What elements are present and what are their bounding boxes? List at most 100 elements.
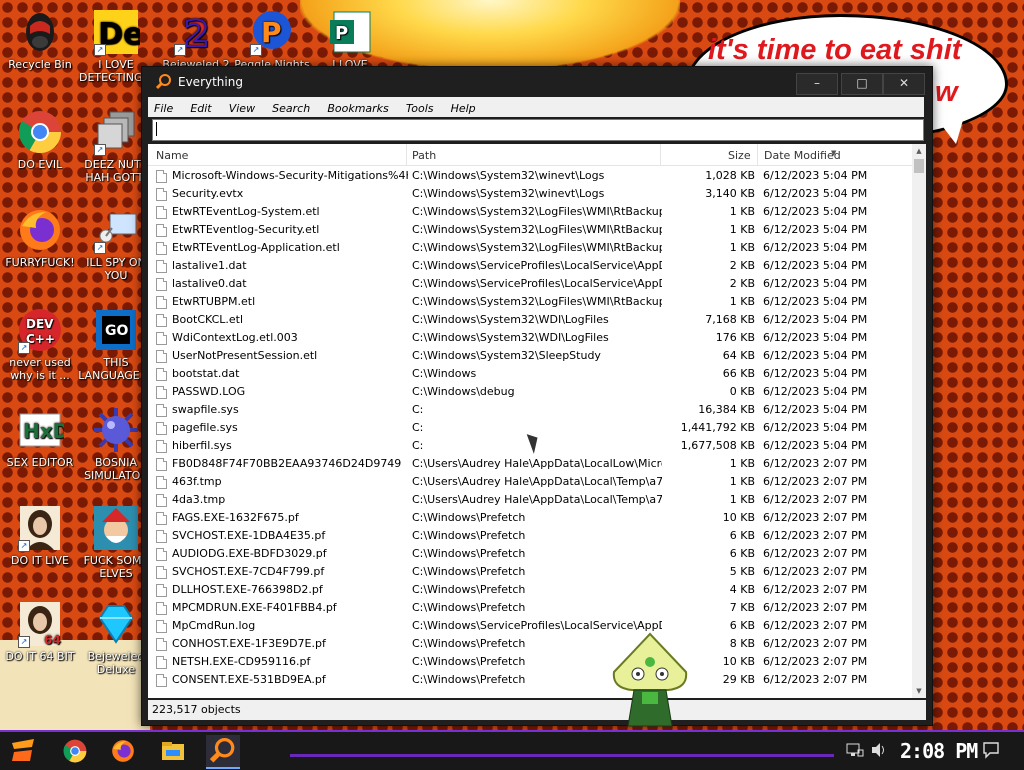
scroll-up-arrow-icon[interactable]: ▲	[912, 144, 926, 158]
cell-name: FB0D848F74F70BB2EAA93746D24D9749	[172, 457, 402, 470]
desktop-icon-recycle-bin[interactable]: Recycle Bin	[0, 8, 80, 71]
recycle-bin-icon	[16, 8, 64, 56]
file-icon	[156, 368, 167, 381]
desktop-icon-dev-cpp[interactable]: DEV C++ ↗ never used why is it ...	[0, 306, 80, 382]
table-row[interactable]: Security.evtx C:\Windows\System32\winevt\…	[148, 185, 912, 203]
cell-name: 463f.tmp	[172, 475, 222, 488]
table-row[interactable]: NETSH.EXE-CD959116.pf C:\Windows\Prefetch…	[148, 653, 912, 671]
table-row[interactable]: FB0D848F74F70BB2EAA93746D24D9749 C:\Users…	[148, 455, 912, 473]
table-row[interactable]: SVCHOST.EXE-1DBA4E35.pf C:\Windows\Prefet…	[148, 527, 912, 545]
desktop-icon-do-it-live[interactable]: ↗ DO IT LIVE	[0, 504, 80, 567]
search-input[interactable]	[152, 119, 924, 141]
table-row[interactable]: AUDIODG.EXE-BDFD3029.pf C:\Windows\Prefet…	[148, 545, 912, 563]
desktop-icon-sex-editor[interactable]: HxD SEX EDITOR	[0, 406, 80, 469]
table-row[interactable]: SVCHOST.EXE-7CD4F799.pf C:\Windows\Prefet…	[148, 563, 912, 581]
table-row[interactable]: EtwRTEventLog-System.etl C:\Windows\Syste…	[148, 203, 912, 221]
scroll-down-arrow-icon[interactable]: ▼	[912, 684, 926, 698]
vertical-scrollbar[interactable]: ▲ ▼	[912, 144, 926, 698]
file-icon	[156, 638, 167, 651]
menu-file[interactable]: File	[148, 99, 179, 119]
cell-name: hiberfil.sys	[172, 439, 232, 452]
close-button[interactable]: ✕	[883, 73, 925, 95]
table-row[interactable]: MpCmdRun.log C:\Windows\ServiceProfiles\L…	[148, 617, 912, 635]
cell-size: 10 KB	[722, 511, 755, 524]
menu-tools[interactable]: Tools	[400, 99, 440, 119]
column-size[interactable]: Size	[728, 149, 751, 162]
cell-date-modified: 6/12/2023 5:04 PM	[763, 277, 868, 290]
start-button[interactable]	[6, 735, 40, 767]
speech-bubble-text: it's time to eat shit	[708, 34, 962, 66]
cell-name: Security.evtx	[172, 187, 244, 200]
table-row[interactable]: EtwRTEventlog-Security.etl C:\Windows\Sys…	[148, 221, 912, 239]
desktop-icon-peggle-nights[interactable]: P ↗ Peggle Nights	[232, 8, 312, 71]
table-row[interactable]: UserNotPresentSession.etl C:\Windows\Syst…	[148, 347, 912, 365]
menu-edit[interactable]: Edit	[184, 99, 217, 119]
cell-path: C:\Windows\System32\LogFiles\WMI\RtBacku…	[412, 241, 662, 254]
de-logo-icon: De ↗	[92, 8, 143, 56]
volume-icon[interactable]	[870, 742, 888, 762]
column-name[interactable]: Name	[156, 149, 188, 162]
desktop-icon-do-it-64-bit[interactable]: 64 ↗ DO IT 64 BIT	[0, 600, 80, 663]
file-icon	[156, 656, 167, 669]
file-icon	[156, 206, 167, 219]
desktop-icon-furryfuck[interactable]: FURRYFUCK!	[0, 206, 80, 269]
menu-search[interactable]: Search	[266, 99, 316, 119]
table-row[interactable]: CONHOST.EXE-1F3E9D7E.pf C:\Windows\Prefet…	[148, 635, 912, 653]
maximize-button[interactable]: □	[841, 73, 883, 95]
results-list[interactable]: Name Path Size Date Modified ▼ Microsoft…	[148, 144, 926, 698]
cell-size: 64 KB	[722, 349, 755, 362]
taskbar-clock[interactable]: 2:08 PM	[900, 739, 978, 763]
taskbar-everything-icon[interactable]	[206, 735, 240, 769]
network-icon[interactable]	[846, 742, 864, 762]
table-row[interactable]: MPCMDRUN.EXE-F401FBB4.pf C:\Windows\Prefe…	[148, 599, 912, 617]
svg-text:2: 2	[184, 14, 209, 55]
table-row[interactable]: lastalive0.dat C:\Windows\ServiceProfiles…	[148, 275, 912, 293]
table-row[interactable]: WdiContextLog.etl.003 C:\Windows\System32…	[148, 329, 912, 347]
everything-window[interactable]: Everything – □ ✕ File Edit View Search B…	[141, 66, 933, 726]
cell-name: MPCMDRUN.EXE-F401FBB4.pf	[172, 601, 337, 614]
column-divider[interactable]	[757, 144, 758, 165]
result-rows: Microsoft-Windows-Security-Mitigations%4…	[148, 167, 912, 696]
taskbar-firefox-icon[interactable]	[106, 735, 140, 767]
table-row[interactable]: CONSENT.EXE-531BD9EA.pf C:\Windows\Prefet…	[148, 671, 912, 689]
table-row[interactable]: EtwRTEventLog-Application.etl C:\Windows\…	[148, 239, 912, 257]
table-row[interactable]: DLLHOST.EXE-766398D2.pf C:\Windows\Prefet…	[148, 581, 912, 599]
table-row[interactable]: 463f.tmp C:\Users\Audrey Hale\AppData\Loc…	[148, 473, 912, 491]
cell-date-modified: 6/12/2023 2:07 PM	[763, 493, 868, 506]
column-divider[interactable]	[660, 144, 661, 165]
menu-view[interactable]: View	[223, 99, 261, 119]
table-row[interactable]: swapfile.sys C: 16,384 KB 6/12/2023 5:04 PM	[148, 401, 912, 419]
status-bar: 223,517 objects	[148, 700, 926, 720]
window-titlebar[interactable]: Everything – □ ✕	[142, 67, 932, 97]
table-row[interactable]: BootCKCL.etl C:\Windows\System32\WDI\LogF…	[148, 311, 912, 329]
scrollbar-thumb[interactable]	[914, 159, 924, 173]
minimize-button[interactable]: –	[796, 73, 838, 95]
taskbar-chrome-icon[interactable]	[58, 735, 92, 767]
column-date-modified[interactable]: Date Modified	[764, 149, 841, 162]
file-icon	[156, 278, 167, 291]
file-icon	[156, 548, 167, 561]
table-row[interactable]: Microsoft-Windows-Security-Mitigations%4…	[148, 167, 912, 185]
column-divider[interactable]	[406, 144, 407, 165]
table-row[interactable]: FAGS.EXE-1632F675.pf C:\Windows\Prefetch 1…	[148, 509, 912, 527]
file-icon	[156, 584, 167, 597]
table-row[interactable]: EtwRTUBPM.etl C:\Windows\System32\LogFile…	[148, 293, 912, 311]
table-row[interactable]: 4da3.tmp C:\Users\Audrey Hale\AppData\Loc…	[148, 491, 912, 509]
cell-date-modified: 6/12/2023 5:04 PM	[763, 403, 868, 416]
desktop-icon-i-love[interactable]: P I LOVE	[310, 8, 390, 71]
cell-date-modified: 6/12/2023 5:04 PM	[763, 187, 868, 200]
column-path[interactable]: Path	[412, 149, 436, 162]
taskbar-file-explorer-icon[interactable]	[156, 735, 190, 767]
desktop-icon-do-evil[interactable]: DO EVIL	[0, 108, 80, 171]
table-row[interactable]: lastalive1.dat C:\Windows\ServiceProfiles…	[148, 257, 912, 275]
file-icon	[156, 332, 167, 345]
svg-text:P: P	[335, 23, 348, 44]
table-row[interactable]: bootstat.dat C:\Windows 66 KB 6/12/2023 5:0…	[148, 365, 912, 383]
cell-path: C:\Windows\System32\winevt\Logs	[412, 169, 605, 182]
notification-icon[interactable]	[982, 741, 1000, 763]
file-icon	[156, 512, 167, 525]
menu-help[interactable]: Help	[445, 99, 482, 119]
menu-bookmarks[interactable]: Bookmarks	[321, 99, 394, 119]
table-row[interactable]: PASSWD.LOG C:\Windows\debug 0 KB 6/12/2023 …	[148, 383, 912, 401]
desktop-icon-bejeweled-2[interactable]: 2 ↗ Bejeweled 2	[156, 8, 236, 71]
